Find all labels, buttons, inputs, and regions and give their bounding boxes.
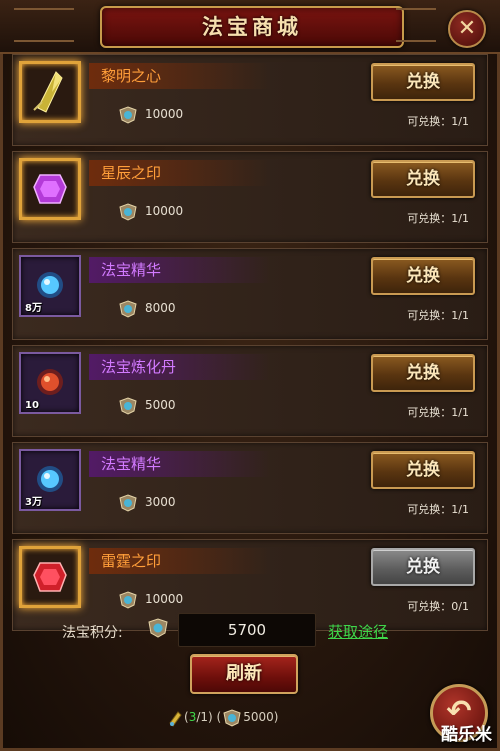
price-value: 8000 <box>145 301 176 315</box>
item-list: 黎明之心 10000 兑换 可兑换：1/1 星辰之印 10000 兑换 可兑换：… <box>12 54 488 636</box>
points-value: 5700 <box>178 613 316 647</box>
exchange-button-disabled[interactable]: 兑换 <box>371 548 475 586</box>
refresh-button[interactable]: 刷新 <box>190 654 298 694</box>
red-gem-icon <box>33 562 67 592</box>
item-slot[interactable] <box>19 546 81 608</box>
refresh-cost: (3/1) ( 5000) <box>166 706 278 728</box>
exchange-limit: 可兑换：1/1 <box>407 115 469 128</box>
item-name: 法宝精华 <box>89 451 271 477</box>
exchange-limit: 可兑换：1/1 <box>407 309 469 322</box>
score-medal-icon <box>119 590 137 609</box>
item-name: 雷霆之印 <box>89 548 271 574</box>
item-price: 8000 <box>117 297 176 319</box>
exchange-button[interactable]: 兑换 <box>371 160 475 198</box>
title-plate: 法宝商城 <box>100 6 404 48</box>
score-medal-icon <box>119 202 137 221</box>
list-item: 3万 法宝精华 3000 兑换 可兑换：1/1 <box>12 442 488 534</box>
list-item: 星辰之印 10000 兑换 可兑换：1/1 <box>12 151 488 243</box>
exchange-limit: 可兑换：0/1 <box>407 600 469 613</box>
points-label: 法宝积分: <box>62 625 123 641</box>
score-medal-icon <box>148 618 168 638</box>
score-medal-icon <box>119 299 137 318</box>
item-name: 星辰之印 <box>89 160 271 186</box>
exchange-button[interactable]: 兑换 <box>371 257 475 295</box>
item-quantity: 10 <box>25 400 39 411</box>
item-slot[interactable]: 10 <box>19 352 81 414</box>
item-slot[interactable]: 3万 <box>19 449 81 511</box>
refresh-total: /1) <box>196 710 213 724</box>
item-name: 法宝炼化丹 <box>89 354 271 380</box>
score-medal-icon <box>119 493 137 512</box>
item-name: 法宝精华 <box>89 257 271 283</box>
item-slot[interactable]: 8万 <box>19 255 81 317</box>
exchange-button[interactable]: 兑换 <box>371 451 475 489</box>
item-price: 5000 <box>117 394 176 416</box>
header-ornament-left <box>14 8 74 42</box>
exchange-button[interactable]: 兑换 <box>371 354 475 392</box>
item-quantity: 3万 <box>25 497 42 508</box>
watermark: 酷乐米 <box>441 725 492 745</box>
item-name: 黎明之心 <box>89 63 271 89</box>
item-quantity: 8万 <box>25 303 42 314</box>
price-value: 10000 <box>145 107 184 121</box>
close-icon: ✕ <box>457 16 477 41</box>
header-ornament-right <box>396 8 436 42</box>
purple-gem-icon <box>33 174 67 204</box>
close-button[interactable]: ✕ <box>448 10 486 48</box>
price-value: 3000 <box>145 495 176 509</box>
item-slot[interactable] <box>19 158 81 220</box>
item-price: 10000 <box>117 103 183 125</box>
price-value: 10000 <box>145 592 184 606</box>
exchange-limit: 可兑换：1/1 <box>407 406 469 419</box>
item-price: 3000 <box>117 491 176 513</box>
refresh-token-icon <box>169 710 182 727</box>
list-item: 8万 法宝精华 8000 兑换 可兑换：1/1 <box>12 248 488 340</box>
score-medal-icon <box>119 396 137 415</box>
item-price: 10000 <box>117 588 183 610</box>
header-bar: 法宝商城 ✕ <box>0 0 500 54</box>
yellow-crystal-icon <box>33 71 63 113</box>
get-source-link[interactable]: 获取途径 <box>328 621 388 642</box>
price-value: 10000 <box>145 204 184 218</box>
score-medal-icon <box>119 105 137 124</box>
item-slot[interactable] <box>19 61 81 123</box>
list-item: 黎明之心 10000 兑换 可兑换：1/1 <box>12 54 488 146</box>
page-title: 法宝商城 <box>202 14 302 39</box>
exchange-limit: 可兑换：1/1 <box>407 212 469 225</box>
list-item: 10 法宝炼化丹 5000 兑换 可兑换：1/1 <box>12 345 488 437</box>
item-price: 10000 <box>117 200 183 222</box>
exchange-button[interactable]: 兑换 <box>371 63 475 101</box>
score-medal-icon <box>223 708 241 727</box>
cost-value: 5000) <box>243 710 279 724</box>
price-value: 5000 <box>145 398 176 412</box>
exchange-limit: 可兑换：1/1 <box>407 503 469 516</box>
